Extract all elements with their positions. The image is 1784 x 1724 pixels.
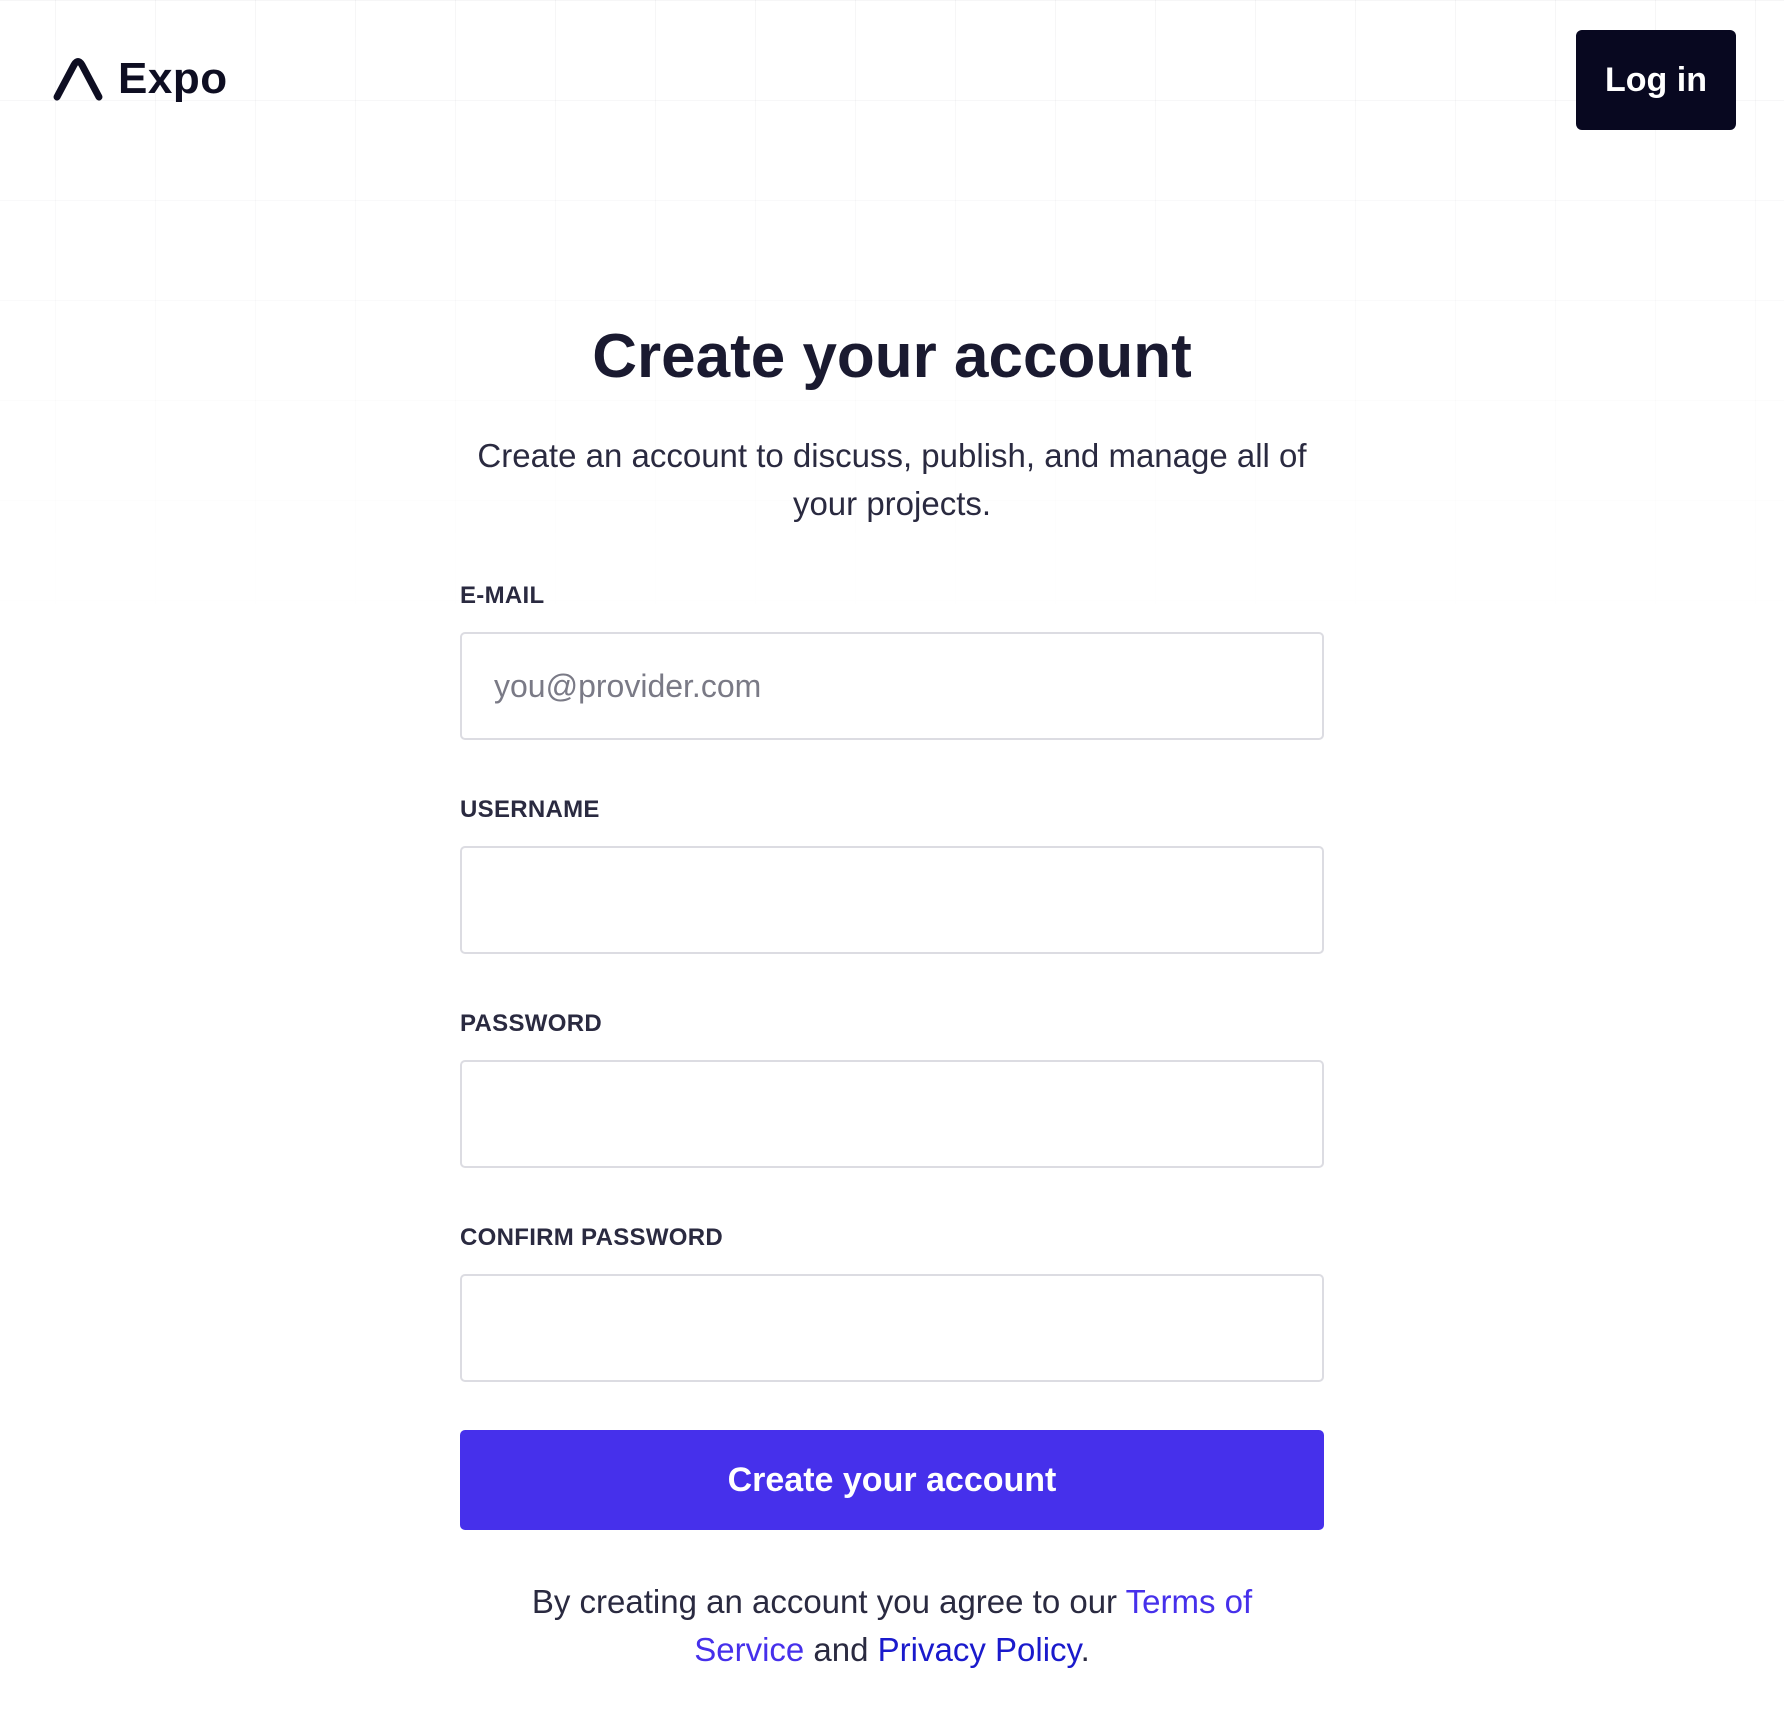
terms-suffix: . [1080, 1631, 1090, 1669]
confirm-password-field[interactable] [460, 1274, 1324, 1383]
page-title: Create your account [592, 322, 1192, 391]
terms-prefix: By creating an account you agree to our [531, 1583, 1126, 1621]
confirm-password-label: CONFIRM PASSWORD [460, 1224, 724, 1252]
username-field[interactable] [460, 846, 1324, 955]
signup-page: Expo Log in Create your account Create a… [0, 0, 1784, 1724]
email-label: E-MAIL [460, 582, 545, 610]
terms-middle: and [804, 1631, 878, 1669]
privacy-policy-link[interactable]: Privacy Policy [878, 1631, 1081, 1668]
expo-logo[interactable]: Expo [52, 54, 228, 104]
email-field[interactable] [460, 632, 1324, 741]
page-subtitle: Create an account to discuss, publish, a… [477, 437, 1307, 523]
create-account-button[interactable]: Create your account [460, 1430, 1324, 1531]
username-label: USERNAME [460, 796, 600, 824]
password-label: PASSWORD [460, 1010, 602, 1038]
logo-text: Expo [118, 54, 228, 103]
expo-logo-icon [53, 58, 103, 101]
password-field[interactable] [460, 1060, 1324, 1169]
header: Expo Log in [0, 0, 1784, 160]
login-button[interactable]: Log in [1576, 30, 1736, 130]
signup-form: Create your account Create an account to… [460, 320, 1324, 1674]
terms-notice: By creating an account you agree to our … [460, 1578, 1324, 1674]
